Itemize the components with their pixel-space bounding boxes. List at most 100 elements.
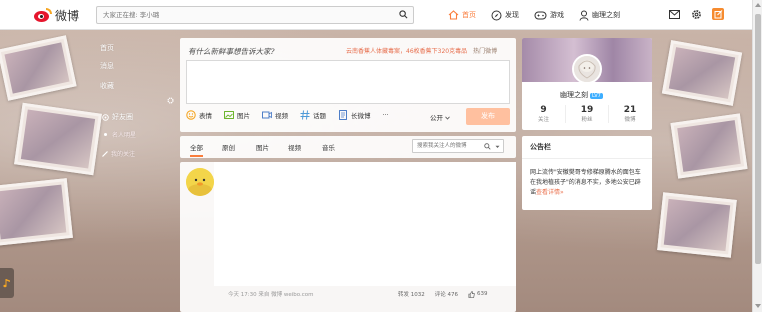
weibo-logo[interactable]: 微博 [34, 7, 79, 23]
stat-posts-label: 微博 [624, 117, 636, 123]
brand-name: 微博 [55, 8, 80, 23]
search-input[interactable] [97, 7, 387, 23]
chevron-down-icon[interactable] [495, 145, 500, 149]
sidebar-item-messages[interactable]: 消息 [100, 61, 114, 71]
image-icon [224, 111, 234, 119]
feed-meta: 今天 17:30 来自 微博 weibo.com [228, 292, 314, 298]
notice-link[interactable]: 查看详情» [536, 189, 564, 196]
profile-name[interactable]: 幽理之刻 LV7 [560, 90, 603, 100]
tab-videos[interactable]: 视频 [288, 142, 301, 152]
scroll-down-arrow-icon[interactable] [755, 304, 761, 308]
sidebar-item-favorites[interactable]: 收藏 [100, 81, 114, 91]
comment-button[interactable]: 评论 476 [435, 290, 458, 298]
gear-icon[interactable] [690, 8, 702, 20]
stat-posts[interactable]: 21 微博 [608, 105, 651, 123]
scroll-up-arrow-icon[interactable] [755, 3, 761, 7]
stat-followers-num: 19 [580, 105, 594, 115]
publisher-title: 有什么新鲜事想告诉大家? [188, 47, 275, 56]
nav-home-label: 首页 [462, 11, 476, 19]
nav-user-label: 幽理之刻 [592, 11, 620, 19]
tool-article[interactable]: 长微博 [338, 110, 371, 120]
stat-posts-num: 21 [623, 105, 637, 115]
nav-user[interactable]: 幽理之刻 [579, 8, 620, 22]
tool-more[interactable]: ··· [383, 111, 389, 119]
tool-topic[interactable]: 话题 [300, 110, 326, 120]
search-icon[interactable] [484, 143, 491, 150]
main-nav: 首页 发现 游戏 幽理之刻 [448, 8, 635, 22]
feed-search-input[interactable] [413, 140, 483, 152]
search-box [96, 6, 414, 24]
stat-following[interactable]: 9 关注 [522, 105, 565, 123]
level-badge[interactable]: LV7 [590, 93, 603, 99]
gamepad-icon [534, 11, 547, 20]
sidebar-item-celebrities[interactable]: 名人明星 [104, 130, 136, 139]
background-photo [14, 102, 102, 176]
tab-music[interactable]: 音乐 [322, 142, 335, 152]
tab-original[interactable]: 原创 [222, 142, 235, 152]
tool-video[interactable]: 视频 [262, 110, 288, 120]
divider [522, 158, 652, 159]
feed-search-box [412, 139, 504, 153]
hot-topic-text[interactable]: 云南香蕉人体藏毒案，46枚香蕉下320克毒品 [346, 48, 467, 55]
scrollbar-thumb[interactable] [755, 14, 761, 264]
user-icon [579, 10, 589, 21]
article-icon [339, 110, 347, 120]
profile-stats: 9 关注 19 粉丝 21 微博 [522, 105, 652, 123]
top-navigation-bar: 微博 首页 发现 [0, 0, 752, 30]
music-note-icon [3, 279, 10, 288]
avatar[interactable] [186, 168, 214, 196]
nav-discover[interactable]: 发现 [491, 8, 519, 22]
nav-icons [668, 8, 724, 20]
tool-image[interactable]: 图片 [224, 110, 250, 120]
visibility-label: 公开 [430, 114, 443, 122]
notice-body: 网上流传"安徽樊哥专修梯原腾水的面包车在我地植孩子"的消息不实，多地公安已辟谣查… [530, 168, 646, 198]
profile-card: 幽理之刻 LV7 9 关注 19 粉丝 21 微博 [522, 38, 652, 130]
sidebar-item-celebrities-label: 名人明星 [112, 132, 137, 139]
stat-following-num: 9 [540, 105, 547, 115]
publisher-toolbar: 表情 图片 视频 话题 长微博 ··· [186, 110, 401, 120]
pencil-icon [102, 150, 108, 157]
tool-emoji-label: 表情 [199, 112, 212, 120]
home-icon [448, 10, 459, 20]
stat-followers-label: 粉丝 [581, 117, 593, 123]
tab-images[interactable]: 图片 [256, 142, 269, 152]
repost-button[interactable]: 转发 1032 [398, 290, 425, 298]
music-player-tab[interactable] [0, 268, 14, 298]
duck-avatar-icon [186, 168, 214, 196]
like-count: 639 [477, 291, 488, 297]
notice-board: 公告栏 网上流传"安徽樊哥专修梯原腾水的面包车在我地植孩子"的消息不实，多地公安… [522, 136, 652, 210]
dot-icon [104, 133, 107, 136]
mail-icon[interactable] [668, 8, 680, 20]
gear-icon[interactable] [167, 97, 174, 104]
stat-following-label: 关注 [537, 117, 549, 123]
hashtag-icon [300, 110, 310, 120]
sidebar-item-friends[interactable]: 好友圈 [102, 112, 133, 122]
feed-tabs-bar: 全部 原创 图片 视频 音乐 [180, 136, 516, 158]
post-textarea[interactable] [186, 60, 510, 104]
feed-card: 今天 17:30 来自 微博 weibo.com 转发 1032 评论 476 … [180, 162, 516, 312]
send-button[interactable]: 发布 [466, 108, 510, 125]
scrollbar[interactable] [752, 0, 762, 312]
tool-article-label: 长微博 [351, 112, 371, 120]
weibo-logo-icon [34, 8, 52, 22]
sidebar-item-following[interactable]: 我的关注 [102, 149, 135, 158]
tool-image-label: 图片 [237, 112, 250, 120]
tab-all[interactable]: 全部 [190, 142, 203, 157]
search-icon[interactable] [399, 10, 408, 19]
tool-emoji[interactable]: 表情 [186, 110, 212, 120]
nav-game[interactable]: 游戏 [534, 8, 564, 22]
background-photo [657, 192, 737, 258]
stat-followers[interactable]: 19 粉丝 [565, 105, 608, 123]
like-button[interactable]: 639 [468, 290, 498, 298]
compose-icon[interactable] [712, 8, 724, 20]
nav-home[interactable]: 首页 [448, 8, 476, 22]
nav-discover-label: 发现 [505, 11, 519, 19]
thumbs-up-icon [468, 290, 475, 298]
background-photo [670, 113, 748, 179]
chevron-down-icon [445, 116, 450, 120]
visibility-select[interactable]: 公开 [430, 112, 450, 122]
hot-weibo-link[interactable]: 热门微博 [473, 48, 497, 55]
tool-topic-label: 话题 [313, 112, 326, 120]
avatar[interactable] [572, 54, 602, 84]
sidebar-item-home[interactable]: 首页 [100, 43, 114, 53]
